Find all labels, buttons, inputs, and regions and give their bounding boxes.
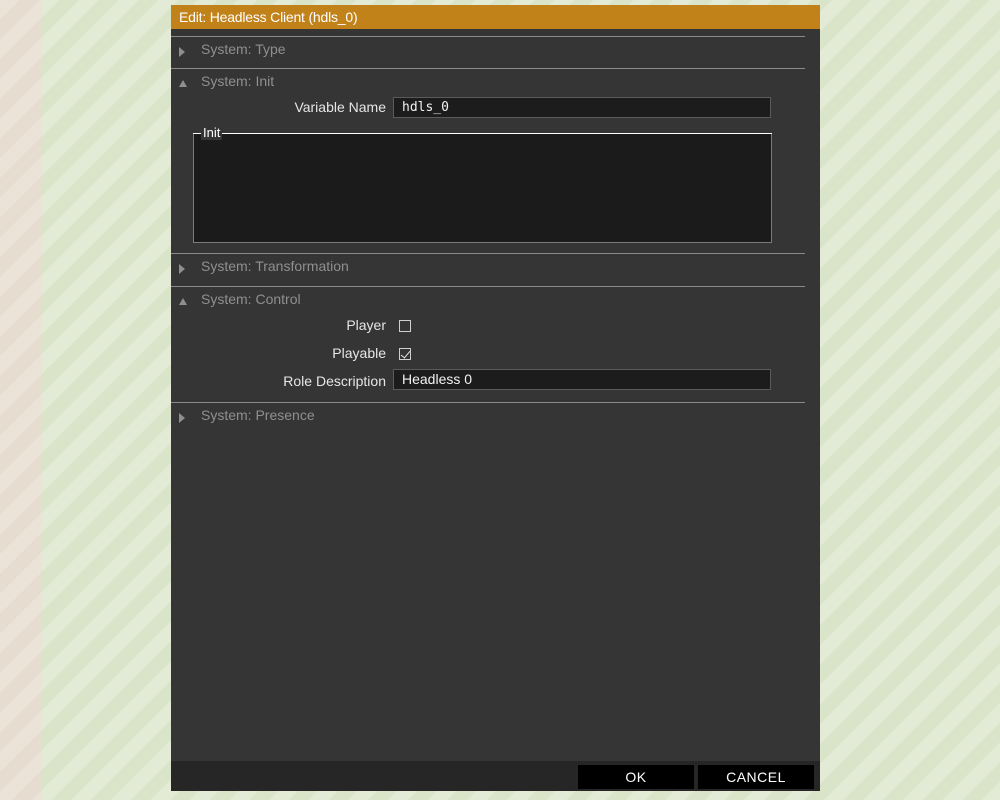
- checkmark-icon: [400, 348, 411, 359]
- expand-arrow-icon: [179, 264, 185, 274]
- section-type-label: System: Type: [201, 41, 286, 57]
- playable-label: Playable: [332, 345, 386, 361]
- background-strip: [0, 0, 42, 800]
- variable-name-label: Variable Name: [294, 99, 386, 115]
- expand-arrow-icon: [179, 413, 185, 423]
- ok-button[interactable]: OK: [578, 765, 694, 789]
- expand-arrow-icon: [179, 47, 185, 57]
- collapse-arrow-icon: [179, 298, 187, 305]
- variable-name-input[interactable]: hdls_0: [393, 97, 771, 118]
- role-description-label: Role Description: [283, 373, 386, 389]
- dialog-footer: OK CANCEL: [171, 761, 820, 791]
- collapse-arrow-icon: [179, 80, 187, 87]
- dialog-title: Edit: Headless Client (hdls_0): [171, 5, 820, 29]
- section-transformation-label: System: Transformation: [201, 258, 349, 274]
- section-presence-header[interactable]: System: Presence: [171, 402, 805, 433]
- player-label: Player: [346, 317, 386, 333]
- edit-dialog: Edit: Headless Client (hdls_0) System: T…: [171, 5, 820, 791]
- cancel-button[interactable]: CANCEL: [698, 765, 814, 789]
- init-group-label: Init: [201, 125, 223, 140]
- section-control-label: System: Control: [201, 291, 301, 307]
- playable-checkbox[interactable]: [399, 348, 411, 360]
- section-init-header[interactable]: System: Init: [171, 68, 805, 99]
- section-presence-label: System: Presence: [201, 407, 315, 423]
- section-control-header[interactable]: System: Control: [171, 286, 805, 317]
- player-checkbox[interactable]: [399, 320, 411, 332]
- section-init-label: System: Init: [201, 73, 275, 89]
- section-transformation-header[interactable]: System: Transformation: [171, 253, 805, 284]
- role-description-input[interactable]: Headless 0: [393, 369, 771, 390]
- section-type-header[interactable]: System: Type: [171, 36, 805, 67]
- init-code-field[interactable]: [193, 133, 772, 243]
